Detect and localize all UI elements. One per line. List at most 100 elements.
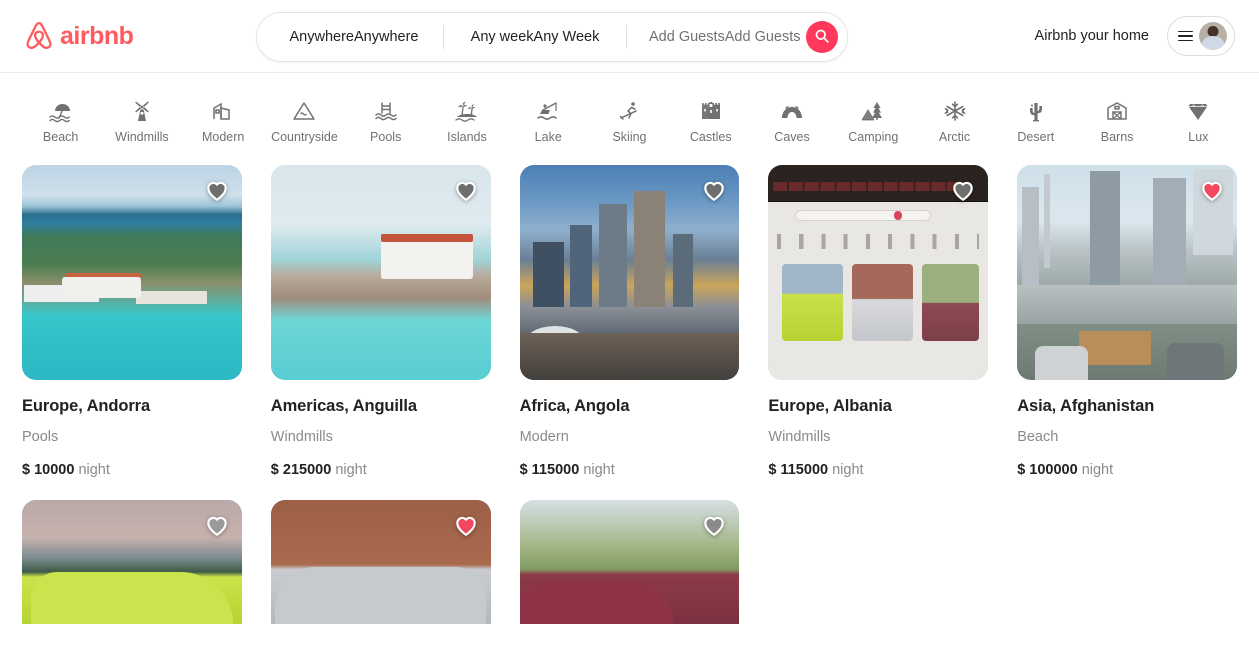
header-right-group: Airbnb your home (1035, 16, 1235, 56)
search-bar[interactable]: AnywhereAnywhere Any weekAny Week Add Gu… (256, 12, 848, 62)
snowflake-icon (942, 99, 968, 123)
empty-grid-slot (1017, 500, 1237, 624)
listing-category: Modern (519, 429, 569, 445)
brand-name: airbnb (60, 21, 134, 50)
listing-image[interactable] (519, 165, 740, 380)
category-lake[interactable]: Lake (508, 95, 589, 144)
diamond-icon (1185, 99, 1211, 123)
favorite-heart-icon[interactable] (950, 177, 976, 203)
listing-price-amount: $ 215000 (270, 462, 332, 478)
profile-menu-button[interactable] (1167, 16, 1235, 56)
listing-price-unit: night (832, 462, 864, 478)
category-label: Camping (848, 129, 899, 144)
category-label: Skiing (612, 129, 647, 144)
search-guests-field[interactable]: Add GuestsAdd Guests (627, 13, 806, 61)
listing-image[interactable] (1017, 165, 1237, 380)
listing-image[interactable] (768, 165, 989, 380)
favorite-heart-icon[interactable] (204, 512, 230, 538)
cactus-icon (1023, 99, 1049, 123)
user-avatar (1199, 22, 1227, 50)
tent-tree-icon (860, 99, 886, 123)
category-label: Countryside (271, 129, 338, 144)
category-countryside[interactable]: Countryside (264, 95, 345, 144)
windmill-icon (129, 99, 155, 123)
category-barns[interactable]: Barns (1076, 95, 1157, 144)
listing-image[interactable] (22, 500, 242, 624)
listing-price-amount: $ 115000 (519, 462, 580, 478)
listing-price: $ 115000 night (768, 462, 988, 478)
listing-image[interactable] (22, 165, 242, 380)
category-beach[interactable]: Beach (20, 95, 101, 144)
listing-card[interactable] (519, 500, 740, 624)
listing-image[interactable] (270, 165, 491, 380)
category-skiing[interactable]: Skiing (589, 95, 670, 144)
listing-card[interactable]: Asia, Afghanistan Beach $ 100000 night (1017, 165, 1237, 478)
category-desert[interactable]: Desert (995, 95, 1076, 144)
category-modern[interactable]: Modern (183, 95, 264, 144)
search-location-field[interactable]: AnywhereAnywhere (257, 13, 443, 61)
listing-image[interactable] (519, 500, 740, 624)
listing-card[interactable]: Europe, Andorra Pools $ 10000 night (22, 165, 242, 478)
listing-card[interactable]: Africa, Angola Modern $ 115000 night (519, 165, 740, 478)
listing-title: Americas, Anguilla (270, 397, 417, 415)
listing-price: $ 100000 night (1017, 462, 1237, 478)
listing-price: $ 115000 night (520, 462, 740, 478)
listing-price-unit: night (1081, 462, 1114, 478)
category-windmills[interactable]: Windmills (101, 95, 182, 144)
category-label: Desert (1017, 129, 1055, 144)
listing-card[interactable]: Europe, Albania Windmills $ 115000 night (768, 165, 989, 478)
listing-title: Africa, Angola (519, 397, 630, 415)
listing-card[interactable] (22, 500, 242, 624)
skier-icon (616, 99, 642, 123)
category-islands[interactable]: Islands (426, 95, 507, 144)
category-pools[interactable]: Pools (345, 95, 426, 144)
category-camping[interactable]: Camping (833, 95, 914, 144)
category-castles[interactable]: Castles (670, 95, 751, 144)
category-label: Castles (689, 129, 732, 144)
listing-category: Beach (1017, 429, 1059, 445)
cave-icon (779, 99, 805, 123)
favorite-heart-icon[interactable] (701, 177, 727, 203)
listing-price-unit: night (583, 462, 615, 478)
listing-price-amount: $ 115000 (768, 462, 829, 478)
airbnb-logo[interactable]: airbnb (24, 20, 254, 52)
category-lux[interactable]: Lux (1158, 95, 1239, 144)
pool-ladder-icon (373, 99, 399, 123)
category-arctic[interactable]: Arctic (914, 95, 995, 144)
fishing-boat-icon (535, 99, 561, 123)
favorite-heart-icon[interactable] (701, 512, 727, 538)
search-submit-button[interactable] (806, 21, 838, 53)
category-label: Windmills (115, 129, 169, 144)
listing-image[interactable] (270, 500, 491, 624)
listing-grid: Europe, Andorra Pools $ 10000 night Amer… (0, 165, 1259, 478)
listing-price: $ 10000 night (22, 462, 242, 478)
listing-price-unit: night (335, 462, 367, 478)
category-caves[interactable]: Caves (751, 95, 832, 144)
listing-title: Europe, Andorra (22, 397, 151, 415)
search-dates-field[interactable]: Any weekAny Week (444, 13, 626, 61)
airbnb-your-home-link[interactable]: Airbnb your home (1035, 28, 1149, 44)
listing-price-unit: night (78, 462, 110, 478)
favorite-heart-icon[interactable] (453, 512, 479, 538)
modern-building-icon (210, 99, 236, 123)
listing-price-amount: $ 100000 (1017, 462, 1078, 478)
category-label: Pools (370, 129, 402, 144)
category-label: Lux (1188, 129, 1209, 144)
listing-card[interactable]: Americas, Anguilla Windmills $ 215000 ni… (270, 165, 491, 478)
listing-title: Europe, Albania (768, 397, 892, 415)
airbnb-logo-icon (24, 20, 54, 52)
category-label: Lake (534, 129, 562, 144)
listing-grid-row-2 (0, 500, 1259, 624)
hamburger-menu-icon (1178, 30, 1193, 42)
category-label: Beach (42, 129, 79, 144)
category-label: Caves (774, 129, 810, 144)
favorite-heart-icon[interactable] (1199, 177, 1225, 203)
palm-island-icon (454, 99, 480, 123)
empty-grid-slot (768, 500, 988, 624)
listing-title: Asia, Afghanistan (1017, 397, 1155, 415)
listing-category: Windmills (270, 429, 333, 445)
favorite-heart-icon[interactable] (204, 177, 230, 203)
listing-card[interactable] (270, 500, 491, 624)
search-icon (815, 29, 829, 46)
favorite-heart-icon[interactable] (453, 177, 479, 203)
